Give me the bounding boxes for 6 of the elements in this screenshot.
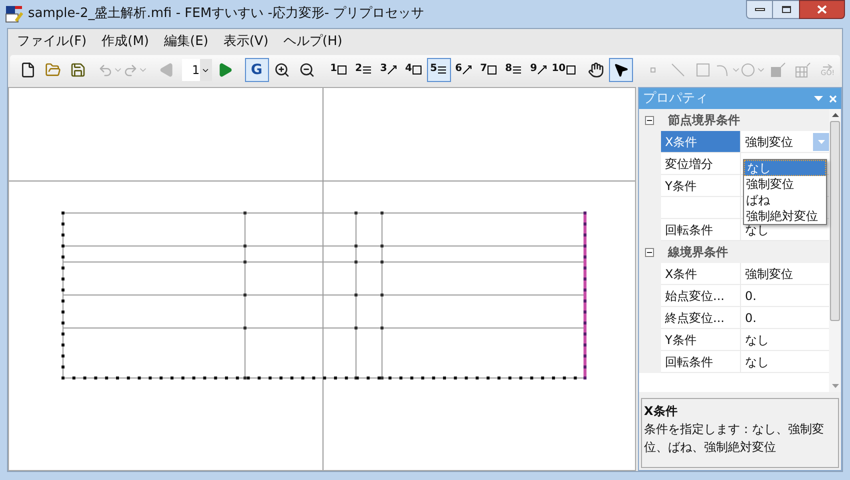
category-label: 節点境界条件 <box>668 112 740 129</box>
window-title: sample-2_盛土解析.mfi - FEMすいすい -応力変形- プリプロセッサ <box>28 5 424 24</box>
category-label: 線境界条件 <box>668 244 728 261</box>
description-text: 条件を指定します：なし、強制変位、ばね、強制絶対変位 <box>644 421 825 456</box>
description-title: X条件 <box>644 403 678 420</box>
panel-title: プロパティ <box>643 90 708 108</box>
